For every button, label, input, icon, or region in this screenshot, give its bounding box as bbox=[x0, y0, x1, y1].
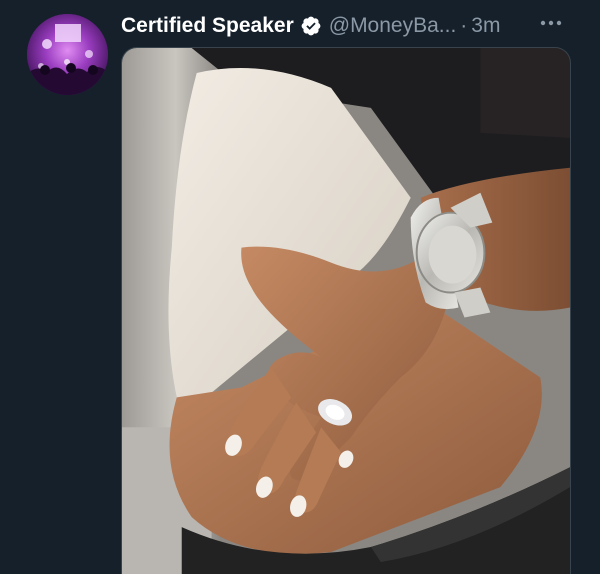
verified-badge-icon bbox=[300, 15, 322, 37]
timestamp[interactable]: 3m bbox=[471, 14, 500, 38]
separator-dot: · bbox=[460, 14, 468, 37]
tweet[interactable]: Certified Speaker @MoneyBa... · 3m bbox=[0, 0, 600, 574]
user-handle[interactable]: @MoneyBa... bbox=[329, 14, 457, 38]
tweet-media-photo[interactable] bbox=[121, 47, 571, 574]
avatar[interactable] bbox=[27, 14, 108, 95]
tweet-header: Certified Speaker @MoneyBa... · 3m bbox=[121, 10, 570, 42]
display-name[interactable]: Certified Speaker bbox=[121, 14, 294, 38]
more-dots-icon[interactable] bbox=[538, 16, 564, 30]
concert-photo-avatar-icon bbox=[27, 14, 108, 95]
photo-content bbox=[122, 48, 570, 574]
